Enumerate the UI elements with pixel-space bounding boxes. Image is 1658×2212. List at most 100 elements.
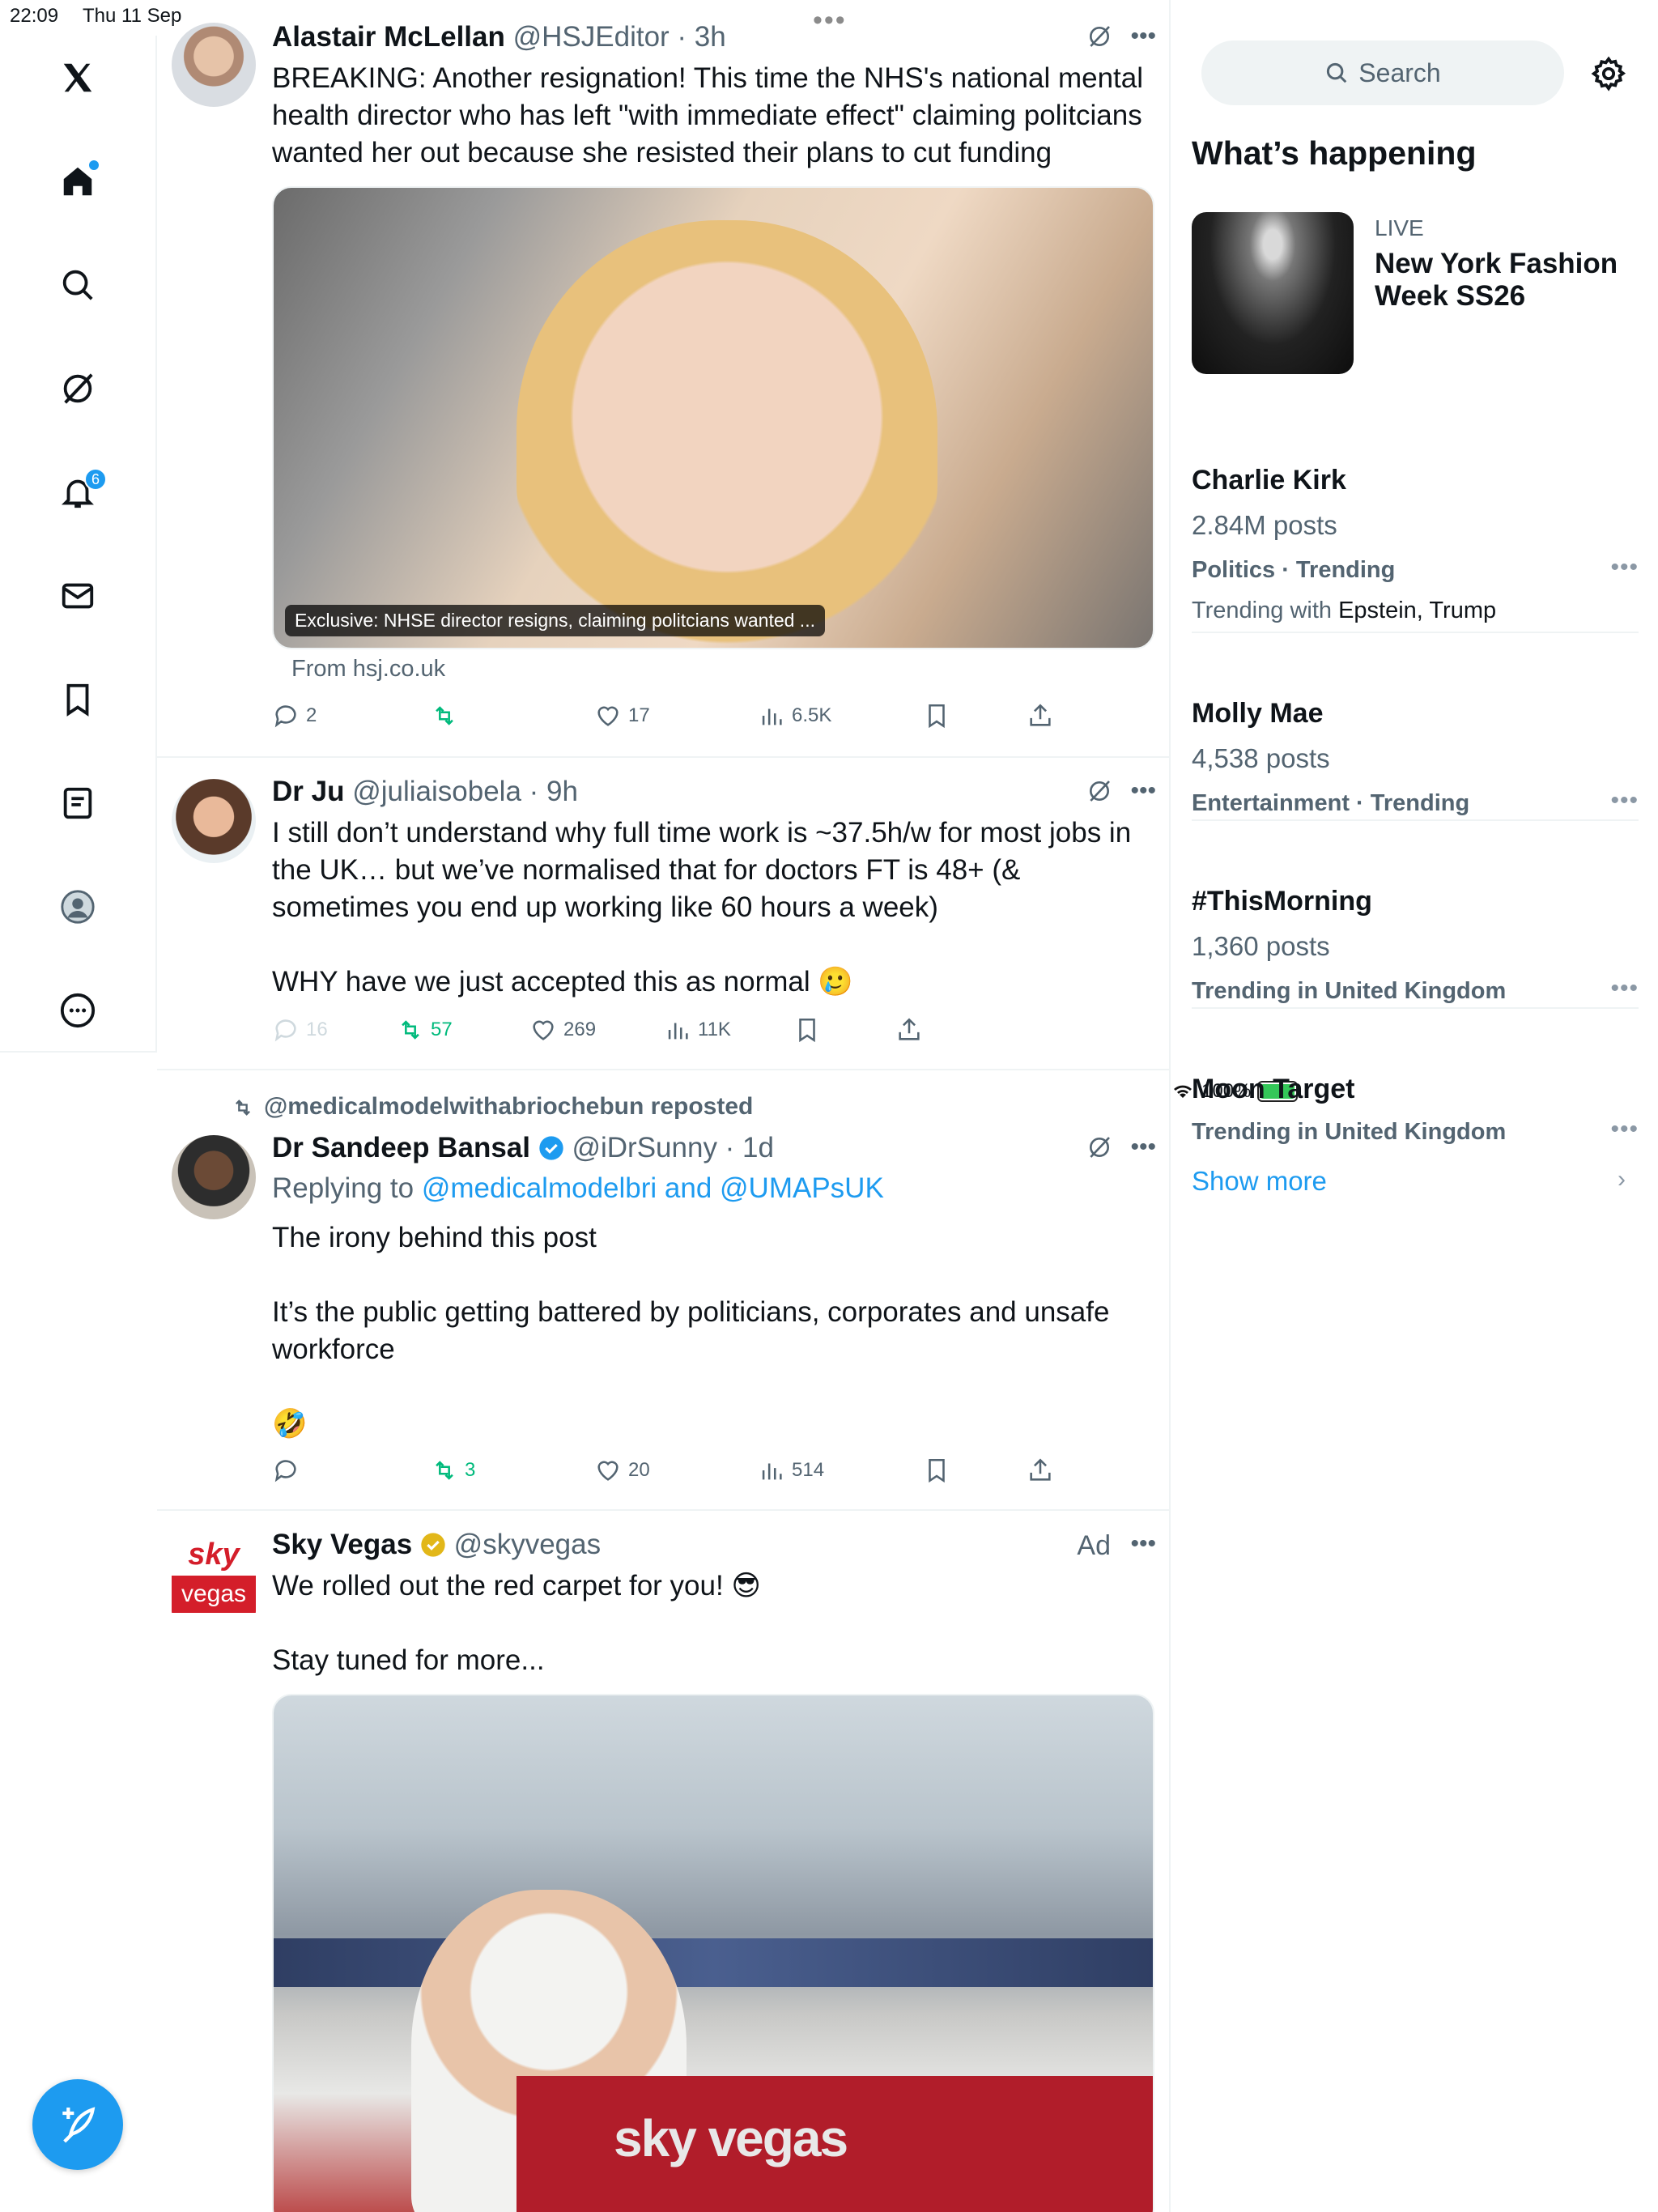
share-button[interactable] <box>1027 700 1054 732</box>
nav-notifications[interactable]: 6 <box>52 466 107 518</box>
views-icon <box>762 708 782 725</box>
grok-icon[interactable] <box>1086 1134 1112 1160</box>
reply-button[interactable] <box>272 1454 306 1487</box>
list-icon <box>63 787 92 819</box>
like-button[interactable]: 17 <box>594 700 650 732</box>
avatar[interactable] <box>172 23 256 107</box>
search-input[interactable]: Search <box>1201 40 1564 105</box>
logo-top-text: sky <box>188 1537 240 1572</box>
heart-icon <box>533 1020 554 1040</box>
ad-label: Ad <box>1077 1530 1111 1561</box>
more-options-icon[interactable]: ••• <box>1610 554 1639 581</box>
like-count: 17 <box>628 704 650 726</box>
heart-icon <box>597 706 619 726</box>
trend-item[interactable]: Charlie Kirk 2.84M posts Politics · Tren… <box>1192 416 1639 633</box>
trend-posts: 2.84M posts <box>1192 510 1337 540</box>
trend-item[interactable]: Molly Mae 4,538 posts Entertainment · Tr… <box>1192 633 1639 821</box>
tweet-action-bar: 16 57 269 11K <box>272 1014 1082 1046</box>
trend-name: Molly Mae <box>1192 698 1324 729</box>
media-brand-text: sky vegas <box>614 2109 848 2167</box>
replying-to-handles[interactable]: @medicalmodelbri and @UMAPsUK <box>422 1172 884 1204</box>
reply-count: 2 <box>306 704 317 726</box>
more-options-icon[interactable]: ••• <box>1130 1134 1156 1161</box>
tweet-action-bar: 3 20 514 <box>272 1454 1082 1487</box>
repost-icon <box>236 1100 250 1116</box>
nav-lists[interactable] <box>52 777 104 829</box>
nav-messages[interactable] <box>52 570 104 622</box>
trending-event[interactable]: LIVE New York Fashion Week SS26 <box>1192 212 1645 374</box>
bookmark-button[interactable] <box>923 1454 950 1487</box>
repost-button[interactable]: 57 <box>397 1014 453 1046</box>
share-button[interactable] <box>895 1014 923 1046</box>
logo-bottom-text: vegas <box>172 1576 256 1613</box>
more-options-icon[interactable]: ••• <box>1130 23 1156 50</box>
like-button[interactable]: 20 <box>594 1454 650 1487</box>
grok-icon <box>63 373 93 404</box>
sky-vegas-logo[interactable]: sky vegas <box>172 1534 256 1618</box>
whats-happening-title: What’s happening <box>1192 134 1477 172</box>
views-button[interactable]: 514 <box>758 1454 824 1487</box>
views-button[interactable]: 6.5K <box>758 700 831 732</box>
promoted-tweet[interactable]: sky vegas Sky Vegas @skyvegas Ad ••• We … <box>157 1511 1171 2212</box>
tweet-top-actions: ••• <box>1086 777 1156 805</box>
nav-search[interactable] <box>52 259 104 311</box>
nav-profile[interactable] <box>52 881 104 933</box>
x-logo-icon[interactable] <box>52 52 104 104</box>
reply-button[interactable]: 16 <box>272 1014 328 1046</box>
tweet[interactable]: Alastair McLellan @HSJEditor · 3h ••• BR… <box>157 0 1171 758</box>
link-source[interactable]: From hsj.co.uk <box>291 656 445 683</box>
grok-icon[interactable] <box>1086 23 1112 49</box>
repost-button[interactable] <box>431 700 465 732</box>
bookmark-button[interactable] <box>923 700 950 732</box>
media-portrait <box>517 220 937 648</box>
more-options-icon[interactable]: ••• <box>1610 975 1639 1002</box>
tweet-text: I still don’t understand why full time w… <box>272 817 1132 998</box>
nav-bookmarks[interactable] <box>52 674 104 725</box>
more-options-icon[interactable]: ••• <box>1610 787 1639 815</box>
promo-video[interactable]: sky vegas <box>272 1694 1154 2212</box>
show-more-link[interactable]: Show more <box>1192 1166 1327 1197</box>
author-handle[interactable]: @skyvegas <box>454 1529 601 1560</box>
more-options-icon[interactable]: ••• <box>1610 1116 1639 1143</box>
tweet[interactable]: Dr Ju @juliaisobela · 9h ••• I still don… <box>157 758 1171 1070</box>
reply-button[interactable]: 2 <box>272 700 317 732</box>
repost-count: 3 <box>465 1459 476 1481</box>
more-options-icon[interactable]: ••• <box>1130 777 1156 805</box>
share-button[interactable] <box>1027 1454 1054 1487</box>
tweet-media-image[interactable]: Exclusive: NHSE director resigns, claimi… <box>272 186 1154 649</box>
avatar[interactable] <box>172 1135 256 1219</box>
nav-grok[interactable] <box>52 363 104 415</box>
profile-icon <box>61 890 95 924</box>
author-name[interactable]: Dr Sandeep Bansal <box>272 1132 530 1163</box>
trend-item[interactable]: #ThisMorning 1,360 posts Trending in Uni… <box>1192 821 1639 1009</box>
trend-category: Entertainment · Trending <box>1192 790 1470 816</box>
repost-attribution[interactable]: @medicalmodelwithabriochebun reposted <box>230 1093 753 1121</box>
compose-post-button[interactable] <box>32 2079 123 2170</box>
author-name[interactable]: Sky Vegas <box>272 1529 412 1560</box>
grok-icon[interactable] <box>1086 778 1112 804</box>
tweet[interactable]: @medicalmodelwithabriochebun reposted Dr… <box>157 1070 1171 1511</box>
reply-icon <box>274 1460 296 1482</box>
author-handle[interactable]: @iDrSunny · 1d <box>572 1132 774 1163</box>
trend-category: Trending in United Kingdom <box>1192 1119 1507 1145</box>
avatar[interactable] <box>172 779 256 863</box>
nav-home[interactable] <box>52 155 104 207</box>
author-handle[interactable]: @juliaisobela · 9h <box>352 776 578 807</box>
tweet-header: Dr Ju @juliaisobela · 9h <box>272 776 578 808</box>
author-name[interactable]: Alastair McLellan <box>272 21 505 53</box>
repost-button[interactable]: 3 <box>431 1454 475 1487</box>
more-options-icon[interactable]: ••• <box>1130 1530 1156 1558</box>
like-button[interactable]: 269 <box>529 1014 596 1046</box>
settings-gear-icon[interactable] <box>1590 55 1627 92</box>
author-name[interactable]: Dr Ju <box>272 776 344 807</box>
views-button[interactable]: 11K <box>664 1014 731 1046</box>
author-handle[interactable]: @HSJEditor · 3h <box>513 21 726 53</box>
repost-icon <box>402 1020 419 1040</box>
bookmark-button[interactable] <box>793 1014 821 1046</box>
view-count: 514 <box>792 1459 825 1481</box>
nav-more[interactable] <box>52 985 104 1036</box>
trend-with-terms[interactable]: Epstein, Trump <box>1338 598 1496 623</box>
trend-item[interactable]: Moon Target Trending in United Kingdom •… <box>1192 1009 1639 1146</box>
share-icon <box>1030 704 1051 726</box>
tweet-header: Alastair McLellan @HSJEditor · 3h <box>272 21 726 53</box>
